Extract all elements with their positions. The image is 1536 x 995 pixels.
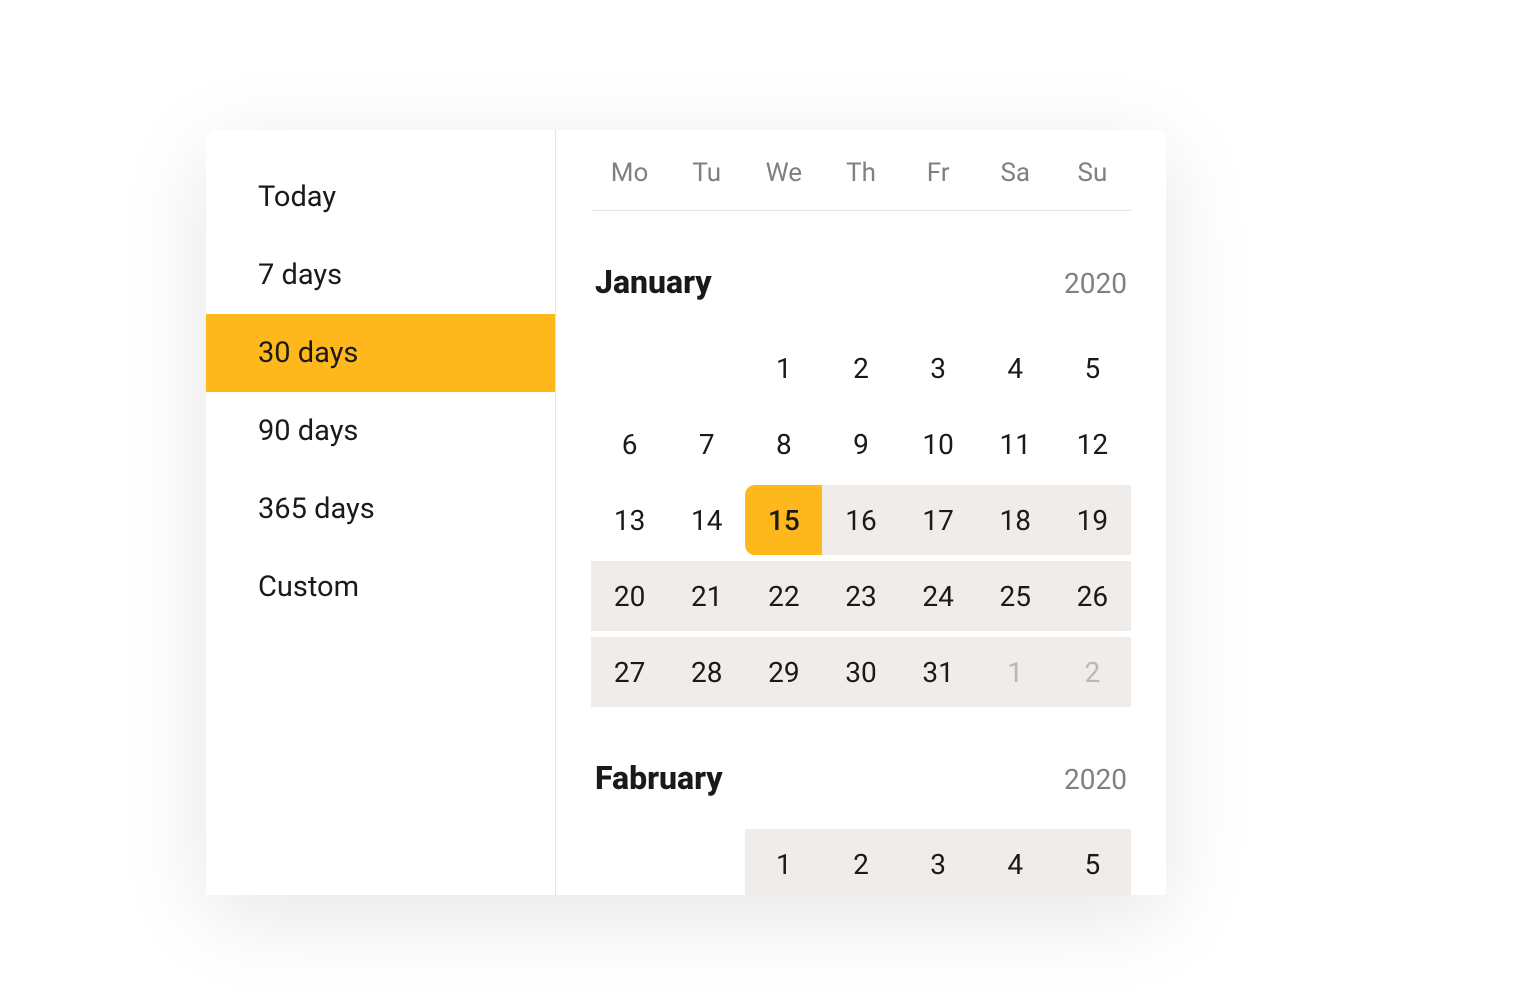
- day-cell[interactable]: 31: [900, 637, 977, 707]
- day-cell[interactable]: 4: [977, 333, 1054, 403]
- day-empty: [591, 829, 668, 895]
- day-cell[interactable]: 19: [1054, 485, 1131, 555]
- day-empty: [591, 333, 668, 403]
- month-section: January202012345678910111213141516171819…: [591, 263, 1131, 707]
- preset-7-days[interactable]: 7 days: [206, 236, 555, 314]
- month-section: Fabruary 2020 12345: [591, 759, 1131, 895]
- day-cell[interactable]: 14: [668, 485, 745, 555]
- day-cell[interactable]: 7: [668, 409, 745, 479]
- day-cell[interactable]: 5: [1054, 333, 1131, 403]
- day-cell[interactable]: 3: [900, 829, 977, 895]
- weekday-su: Su: [1054, 158, 1131, 188]
- day-cell[interactable]: 9: [822, 409, 899, 479]
- month-header: January 2020: [591, 263, 1131, 301]
- day-cell[interactable]: 3: [900, 333, 977, 403]
- preset-90-days[interactable]: 90 days: [206, 392, 555, 470]
- weekday-tu: Tu: [668, 158, 745, 188]
- preset-30-days[interactable]: 30 days: [206, 314, 555, 392]
- day-empty: [668, 829, 745, 895]
- preset-custom[interactable]: Custom: [206, 548, 555, 626]
- weekday-sa: Sa: [977, 158, 1054, 188]
- month-name: Fabruary: [595, 759, 723, 797]
- day-cell[interactable]: 2: [1054, 637, 1131, 707]
- date-range-picker: Today 7 days 30 days 90 days 365 days Cu…: [206, 130, 1166, 895]
- day-cell[interactable]: 2: [822, 333, 899, 403]
- days-grid: 12345: [591, 829, 1131, 895]
- day-cell[interactable]: 23: [822, 561, 899, 631]
- day-cell[interactable]: 26: [1054, 561, 1131, 631]
- day-cell[interactable]: 30: [822, 637, 899, 707]
- day-cell[interactable]: 5: [1054, 829, 1131, 895]
- preset-365-days[interactable]: 365 days: [206, 470, 555, 548]
- day-cell[interactable]: 12: [1054, 409, 1131, 479]
- day-cell[interactable]: 18: [977, 485, 1054, 555]
- day-cell[interactable]: 4: [977, 829, 1054, 895]
- day-cell[interactable]: 10: [900, 409, 977, 479]
- day-cell[interactable]: 29: [745, 637, 822, 707]
- weekday-header: Mo Tu We Th Fr Sa Su: [591, 130, 1131, 211]
- preset-today[interactable]: Today: [206, 158, 555, 236]
- day-cell[interactable]: 16: [822, 485, 899, 555]
- day-cell[interactable]: 8: [745, 409, 822, 479]
- day-cell[interactable]: 25: [977, 561, 1054, 631]
- day-cell[interactable]: 1: [745, 333, 822, 403]
- months-container: January202012345678910111213141516171819…: [591, 263, 1131, 895]
- days-grid: 1234567891011121314151617181920212223242…: [591, 333, 1131, 707]
- day-cell[interactable]: 28: [668, 637, 745, 707]
- weekday-fr: Fr: [900, 158, 977, 188]
- weekday-mo: Mo: [591, 158, 668, 188]
- day-cell[interactable]: 11: [977, 409, 1054, 479]
- year-label: 2020: [1064, 763, 1127, 796]
- day-empty: [668, 333, 745, 403]
- day-cell[interactable]: 20: [591, 561, 668, 631]
- day-cell[interactable]: 1: [977, 637, 1054, 707]
- day-cell[interactable]: 13: [591, 485, 668, 555]
- month-name: January: [595, 263, 712, 301]
- day-cell[interactable]: 22: [745, 561, 822, 631]
- month-header: Fabruary 2020: [591, 759, 1131, 797]
- weekday-we: We: [745, 158, 822, 188]
- day-cell[interactable]: 1: [745, 829, 822, 895]
- day-cell[interactable]: 15: [745, 485, 822, 555]
- day-cell[interactable]: 24: [900, 561, 977, 631]
- year-label: 2020: [1064, 267, 1127, 300]
- preset-sidebar: Today 7 days 30 days 90 days 365 days Cu…: [206, 130, 556, 895]
- day-cell[interactable]: 6: [591, 409, 668, 479]
- day-cell[interactable]: 2: [822, 829, 899, 895]
- day-cell[interactable]: 17: [900, 485, 977, 555]
- day-cell[interactable]: 27: [591, 637, 668, 707]
- calendar-panel: Mo Tu We Th Fr Sa Su January202012345678…: [556, 130, 1166, 895]
- weekday-th: Th: [822, 158, 899, 188]
- day-cell[interactable]: 21: [668, 561, 745, 631]
